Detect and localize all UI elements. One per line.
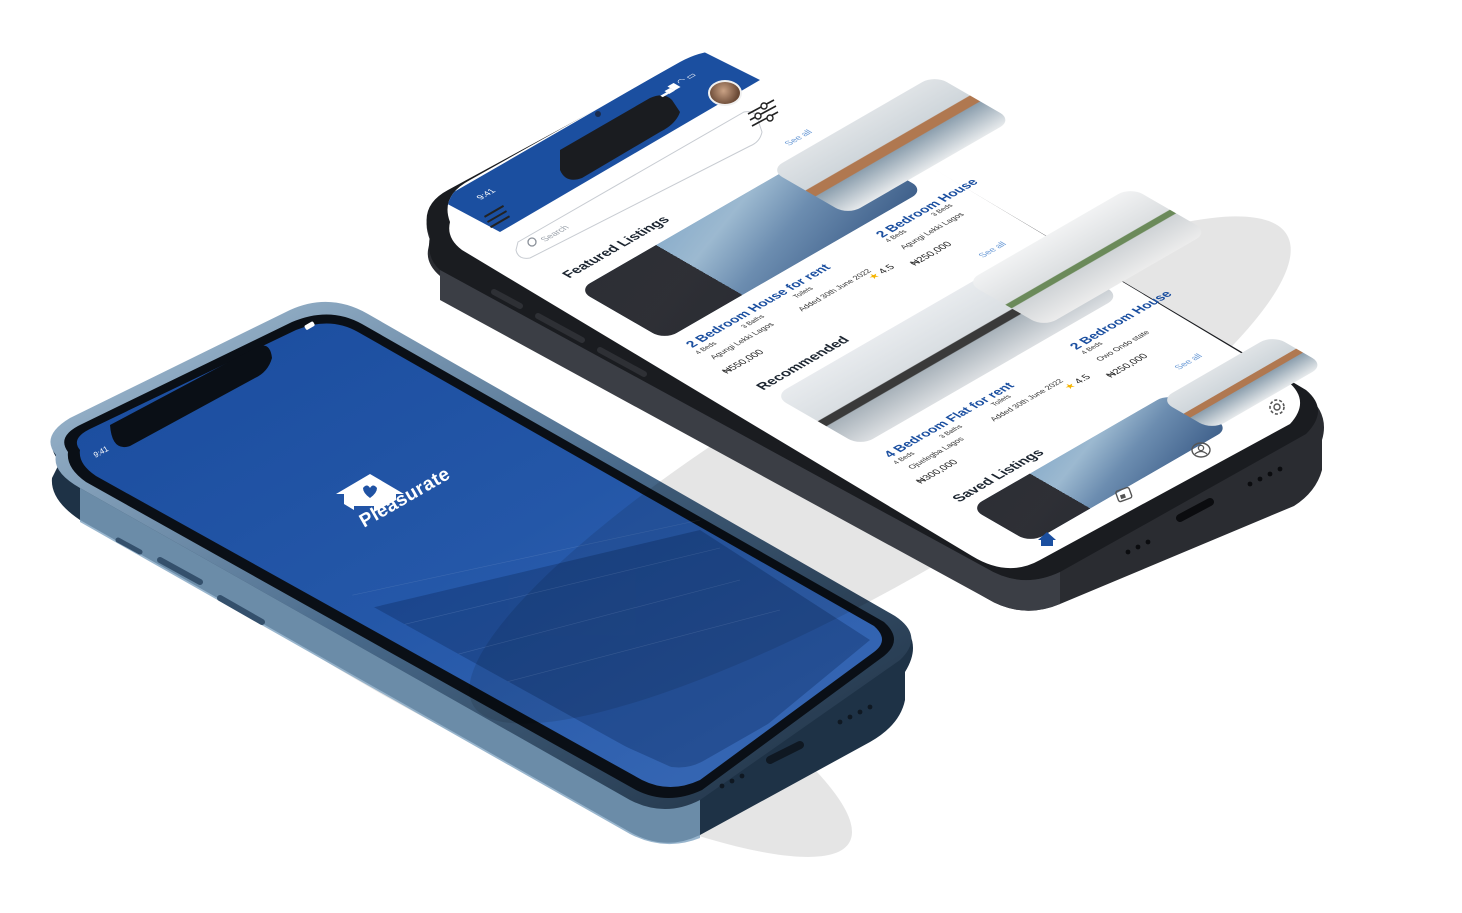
listings-icon[interactable] xyxy=(1114,486,1136,504)
profile-icon[interactable] xyxy=(1190,440,1212,460)
user-avatar[interactable] xyxy=(708,80,742,106)
app-phone: 9:41 ▂▄▆ ◠ ▭ Search Featured Listings Se… xyxy=(0,0,1462,913)
home-icon[interactable] xyxy=(1036,530,1058,548)
settings-icon[interactable] xyxy=(1264,396,1290,418)
sliders-filter-icon[interactable] xyxy=(744,96,780,128)
